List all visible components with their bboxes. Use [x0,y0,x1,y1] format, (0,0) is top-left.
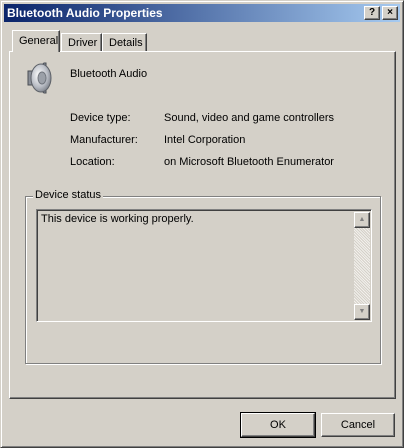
close-button[interactable]: × [382,6,398,20]
status-scrollbar[interactable]: ▲ ▼ [354,212,370,320]
help-button[interactable]: ? [364,6,380,20]
arrow-down-icon: ▼ [358,308,366,315]
status-textbox[interactable]: This device is working properly. ▲ ▼ [36,209,372,322]
tab-general[interactable]: General [12,30,60,52]
device-status-label: Device status [33,189,104,201]
scroll-up-button[interactable]: ▲ [354,212,370,228]
location-label: Location: [70,156,115,168]
cancel-button[interactable]: Cancel [321,413,395,437]
tab-label: Driver [68,37,98,49]
tab-label: General [19,35,59,47]
window-title: Bluetooth Audio Properties [7,6,163,20]
arrow-up-icon: ▲ [358,216,366,223]
tab-label: Details [109,37,143,49]
tab-driver[interactable]: Driver [61,33,102,52]
device-status-group: Device status This device is working pro… [25,189,381,364]
general-panel: Bluetooth Audio Device type: Sound, vide… [9,51,396,399]
ok-button[interactable]: OK [240,412,316,438]
device-name: Bluetooth Audio [70,68,148,80]
device-type-value: Sound, video and game controllers [164,112,334,124]
manufacturer-label: Manufacturer: [70,134,138,146]
help-icon: ? [368,7,376,18]
device-type-label: Device type: [70,112,131,124]
close-icon: × [387,7,393,18]
manufacturer-value: Intel Corporation [164,134,246,146]
speaker-icon [27,62,52,94]
tab-details[interactable]: Details [102,33,147,52]
properties-window: Bluetooth Audio Properties ? × General D… [0,0,404,448]
location-value: on Microsoft Bluetooth Enumerator [164,156,334,168]
title-bar[interactable]: Bluetooth Audio Properties ? × [4,4,400,22]
scroll-down-button[interactable]: ▼ [354,304,370,320]
status-text: This device is working properly. [41,213,194,225]
